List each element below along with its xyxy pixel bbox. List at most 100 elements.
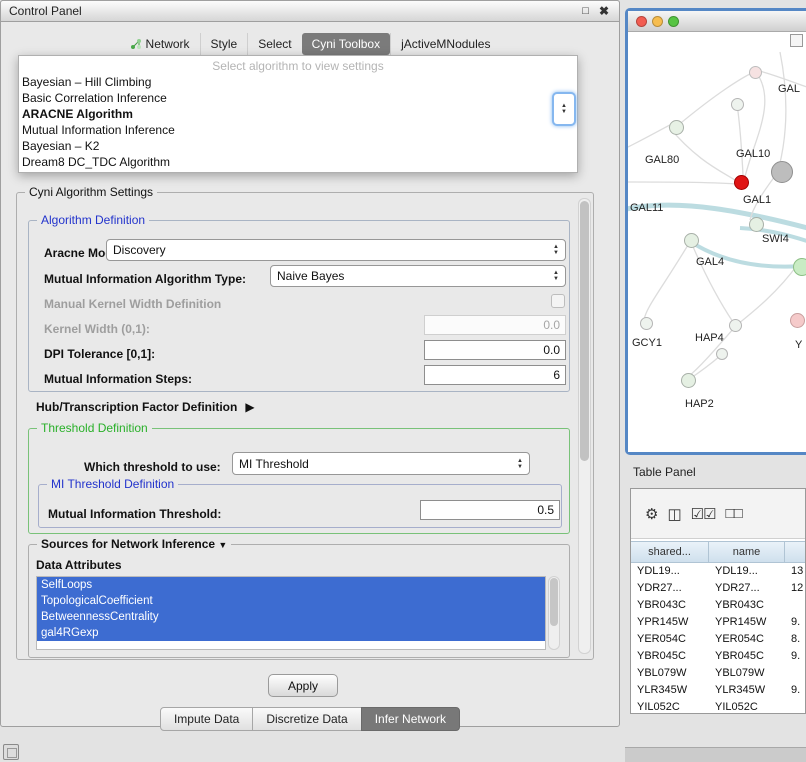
algorithm-dropdown-popup: Select algorithm to view settings Bayesi… bbox=[18, 55, 578, 173]
network-node[interactable] bbox=[731, 98, 744, 111]
mi-threshold-label: Mutual Information Threshold: bbox=[48, 507, 221, 521]
which-threshold-label: Which threshold to use: bbox=[84, 460, 221, 474]
control-panel-tabs: Network StyleSelectCyni Toolbox jActiveMNo… bbox=[0, 31, 620, 57]
table-row[interactable]: YLR345WYLR345W9. bbox=[631, 682, 806, 699]
mi-steps-field[interactable]: 6 bbox=[424, 365, 566, 385]
column-header-shared[interactable]: shared... bbox=[631, 541, 709, 563]
table-cell: YBR045C bbox=[709, 648, 785, 665]
algorithm-option-aracne-algorithm[interactable]: ARACNE Algorithm bbox=[19, 106, 577, 122]
close-icon[interactable]: ✖ bbox=[597, 4, 611, 18]
attribute-selfloops[interactable]: SelfLoops bbox=[37, 577, 545, 593]
table-row[interactable]: YBR045CYBR045C9. bbox=[631, 648, 806, 665]
table-cell bbox=[785, 597, 806, 614]
table-row[interactable]: YER054CYER054C8. bbox=[631, 631, 806, 648]
node-label-gal80: GAL80 bbox=[645, 154, 679, 166]
chevron-down-icon[interactable]: ▼ bbox=[218, 540, 227, 550]
network-node[interactable] bbox=[729, 319, 742, 332]
settings-scrollbar-thumb[interactable] bbox=[580, 201, 589, 461]
attribute-topologicalcoefficient[interactable]: TopologicalCoefficient bbox=[37, 593, 545, 609]
control-panel-titlebar[interactable]: Control Panel □ ✖ bbox=[0, 0, 620, 22]
network-node[interactable] bbox=[790, 313, 805, 328]
network-node[interactable] bbox=[734, 175, 749, 190]
network-node[interactable] bbox=[749, 217, 764, 232]
dpi-tolerance-field[interactable]: 0.0 bbox=[424, 340, 566, 360]
node-label-y: Y bbox=[795, 339, 802, 351]
settings-group-title: Cyni Algorithm Settings bbox=[25, 185, 157, 199]
attribute-gal4rgexp[interactable]: gal4RGexp bbox=[37, 625, 545, 641]
cyni-mode-tabs: Impute DataDiscretize DataInfer Network bbox=[0, 707, 620, 731]
float-window-icon[interactable]: □ bbox=[580, 5, 591, 17]
node-label-gal11: GAL11 bbox=[630, 202, 663, 214]
algorithm-option-bayesian-k2[interactable]: Bayesian – K2 bbox=[19, 138, 577, 154]
tab-impute-data[interactable]: Impute Data bbox=[160, 707, 253, 731]
table-row[interactable]: YIL052CYIL052C bbox=[631, 699, 806, 714]
chevron-right-icon[interactable]: ▶ bbox=[245, 400, 254, 414]
network-canvas[interactable]: GAL80GAL10GAL11GAL1SWI4GAL4GCY1HAP4HAP2Y… bbox=[628, 32, 806, 452]
manual-kernel-width-checkbox[interactable] bbox=[551, 294, 565, 308]
data-attributes-list[interactable]: SelfLoopsTopologicalCoefficientBetweenne… bbox=[36, 576, 546, 650]
which-threshold-select[interactable]: MI Threshold ▲▼ bbox=[232, 452, 530, 475]
tab-label: jActiveMNodules bbox=[401, 37, 490, 51]
table-row[interactable]: YBR043CYBR043C bbox=[631, 597, 806, 614]
table-row[interactable]: YBL079WYBL079W bbox=[631, 665, 806, 682]
network-node[interactable] bbox=[793, 258, 806, 276]
mac-zoom-button[interactable] bbox=[668, 16, 679, 27]
mac-close-button[interactable] bbox=[636, 16, 647, 27]
aracne-mode-select[interactable]: Discovery ▲▼ bbox=[106, 239, 566, 261]
tab-infer-network[interactable]: Infer Network bbox=[361, 707, 460, 731]
algorithm-option-dream8-dc-tdc-algorithm[interactable]: Dream8 DC_TDC Algorithm bbox=[19, 154, 577, 170]
network-node[interactable] bbox=[681, 373, 696, 388]
network-window-titlebar[interactable] bbox=[628, 11, 806, 32]
table-cell: YLR345W bbox=[709, 682, 785, 699]
mac-minimize-button[interactable] bbox=[652, 16, 663, 27]
kernel-width-field[interactable]: 0.0 bbox=[424, 315, 566, 335]
column-header-name[interactable]: name bbox=[709, 541, 785, 563]
column-header-extra[interactable] bbox=[785, 541, 806, 563]
tab-select[interactable]: Select bbox=[247, 33, 301, 55]
algorithm-option-mutual-information-inference[interactable]: Mutual Information Inference bbox=[19, 122, 577, 138]
table-cell: YPR145W bbox=[709, 614, 785, 631]
settings-gear-button[interactable]: ⚙ bbox=[645, 505, 657, 523]
table-row[interactable]: YDL19...YDL19...13 bbox=[631, 563, 806, 580]
network-edge bbox=[644, 240, 691, 320]
mi-steps-label: Mutual Information Steps: bbox=[44, 372, 192, 386]
tab-cyni-toolbox[interactable]: Cyni Toolbox bbox=[302, 33, 390, 55]
network-node[interactable] bbox=[716, 348, 728, 360]
network-edge bbox=[745, 72, 765, 177]
table-cell: YBR043C bbox=[709, 597, 785, 614]
tab-style[interactable]: Style bbox=[200, 33, 248, 55]
network-node[interactable] bbox=[669, 120, 684, 135]
network-node[interactable] bbox=[640, 317, 653, 330]
table-row[interactable]: YPR145WYPR145W9. bbox=[631, 614, 806, 631]
network-node[interactable] bbox=[749, 66, 762, 79]
panel-dock-icon[interactable] bbox=[3, 744, 19, 760]
attribute-betweennesscentrality[interactable]: BetweennessCentrality bbox=[37, 609, 545, 625]
apply-button[interactable]: Apply bbox=[268, 674, 338, 697]
table-cell: 9. bbox=[785, 682, 806, 699]
deselect-all-checkboxes-button[interactable]: □□ bbox=[726, 505, 742, 522]
network-node[interactable] bbox=[684, 233, 699, 248]
tab-network[interactable]: Network bbox=[120, 33, 200, 55]
select-all-checkboxes-button[interactable]: ☑☑ bbox=[691, 505, 716, 523]
birdseye-corner-button[interactable] bbox=[790, 34, 803, 47]
tab-label: Network bbox=[146, 37, 190, 51]
mi-algorithm-type-select[interactable]: Naive Bayes ▲▼ bbox=[270, 265, 566, 287]
sources-group-title[interactable]: Sources for Network Inference ▼ bbox=[37, 537, 231, 551]
mi-threshold-field[interactable]: 0.5 bbox=[420, 500, 560, 520]
window-title: Control Panel bbox=[9, 4, 82, 18]
network-node[interactable] bbox=[771, 161, 793, 183]
combo-arrows-icon: ▲▼ bbox=[553, 270, 559, 282]
table-cell bbox=[785, 665, 806, 682]
algorithm-combobox-button[interactable]: ▲▼ bbox=[552, 92, 576, 126]
table-panel-title: Table Panel bbox=[633, 465, 696, 479]
tab-discretize-data[interactable]: Discretize Data bbox=[252, 707, 361, 731]
table-row[interactable]: YDR27...YDR27...12 bbox=[631, 580, 806, 597]
algorithm-option-bayesian-hill-climbing[interactable]: Bayesian – Hill Climbing bbox=[19, 74, 577, 90]
column-visibility-button[interactable]: ◫ bbox=[667, 505, 680, 523]
tab-jactivemnodules[interactable]: jActiveMNodules bbox=[390, 33, 500, 55]
attributes-scrollbar-thumb[interactable] bbox=[550, 578, 558, 626]
node-label-gal1: GAL1 bbox=[743, 194, 771, 206]
hub-definition-expander[interactable]: Hub/Transcription Factor Definition ▶ bbox=[36, 400, 255, 414]
algorithm-option-basic-correlation-inference[interactable]: Basic Correlation Inference bbox=[19, 90, 577, 106]
hub-definition-label: Hub/Transcription Factor Definition bbox=[36, 400, 237, 414]
